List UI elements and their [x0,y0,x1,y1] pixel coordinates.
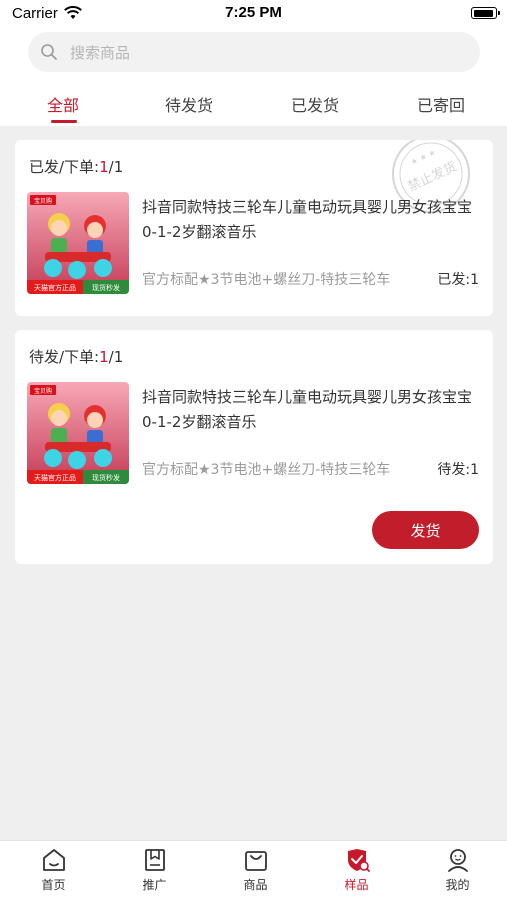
nav-promote[interactable]: 推广 [104,847,205,897]
svg-text:宝贝购: 宝贝购 [34,197,52,205]
product-spec: 官方标配★3节电池+螺丝刀-特技三轮车 [142,272,391,288]
svg-text:现货秒发: 现货秒发 [92,473,120,482]
product-title[interactable]: 抖音同款特技三轮车儿童电动玩具婴儿男女孩宝宝0-1-2岁翻滚音乐 [142,385,482,435]
product-image: 宝贝购 天猫官方正品 现货秒发 [27,192,129,294]
shipped-quantity: 已发:1 [437,272,479,288]
order-count-total: /1 [108,348,124,366]
search-bar[interactable] [28,32,480,74]
nav-promote-label: 推广 [142,878,167,892]
svg-text:★ ★ ★: ★ ★ ★ [409,148,437,167]
svg-text:现货秒发: 现货秒发 [92,283,120,292]
tab-pending-shipment[interactable]: 待发货 [126,92,252,116]
order-status: 待发/下单:1/1 [29,346,123,367]
user-icon [447,849,468,872]
order-list: 已发/下单:1/1 禁止发货 ★ ★ ★ 宝贝购 天猫官方正品 现货秒发 抖音同… [0,126,507,840]
svg-text:天猫官方正品: 天猫官方正品 [34,283,76,292]
battery-icon [471,7,500,19]
status-bar: Carrier 7:25 PM [0,0,507,28]
nav-samples-label: 样品 [344,878,369,892]
nav-home[interactable]: 首页 [3,847,104,897]
bookmark-icon [144,849,165,871]
clock: 7:25 PM [225,4,282,21]
home-icon [42,849,65,871]
pending-quantity: 待发:1 [437,462,479,478]
nav-products[interactable]: 商品 [205,847,306,897]
nav-samples[interactable]: 样品 [306,847,407,897]
order-card[interactable]: 待发/下单:1/1 宝贝购 天猫官方正品 现货秒发 抖音同款特技三轮车儿童电动玩… [15,330,493,564]
product-thumbnail[interactable]: 宝贝购 天猫官方正品 现货秒发 [27,192,129,294]
svg-text:天猫官方正品: 天猫官方正品 [34,473,76,482]
order-card[interactable]: 已发/下单:1/1 禁止发货 ★ ★ ★ 宝贝购 天猫官方正品 现货秒发 抖音同… [15,140,493,316]
nav-profile[interactable]: 我的 [407,847,507,897]
product-thumbnail[interactable]: 宝贝购 天猫官方正品 现货秒发 [27,382,129,484]
ship-button[interactable]: 发货 [372,511,479,549]
order-count-total: /1 [108,158,124,176]
search-input[interactable] [68,32,472,74]
search-icon [41,44,57,60]
active-tab-indicator [51,120,77,123]
tab-shipped[interactable]: 已发货 [252,92,378,116]
order-count-current: 1 [99,348,109,366]
order-status: 已发/下单:1/1 [29,156,123,177]
order-status-label: 待发/下单: [29,348,100,366]
order-status-label: 已发/下单: [29,158,100,176]
order-count-current: 1 [99,158,109,176]
nav-products-label: 商品 [243,878,268,892]
nav-profile-label: 我的 [445,878,470,892]
order-tabs: 全部 待发货 已发货 已寄回 [0,80,507,126]
tab-returned[interactable]: 已寄回 [378,92,504,116]
shield-check-icon [347,849,370,872]
bottom-nav: 首页 推广 商品 样品 我的 [0,840,507,900]
shopping-bag-icon [244,851,267,871]
product-title[interactable]: 抖音同款特技三轮车儿童电动玩具婴儿男女孩宝宝0-1-2岁翻滚音乐 [142,195,482,245]
product-spec: 官方标配★3节电池+螺丝刀-特技三轮车 [142,462,391,478]
product-image: 宝贝购 天猫官方正品 现货秒发 [27,382,129,484]
tab-all[interactable]: 全部 [0,92,126,116]
nav-home-label: 首页 [41,878,66,892]
svg-text:宝贝购: 宝贝购 [34,387,52,395]
